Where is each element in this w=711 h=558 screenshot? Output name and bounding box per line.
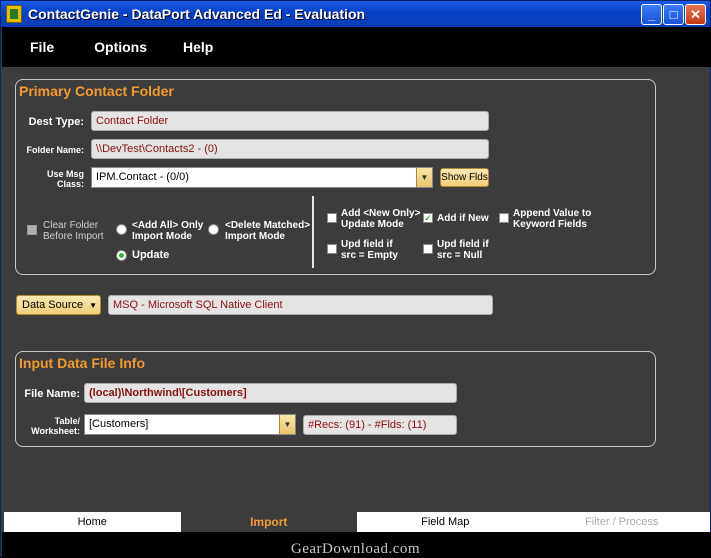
append-line1: Append Value to: [513, 208, 592, 219]
primary-contact-folder-group: Primary Contact Folder Dest Type: Contac…: [15, 79, 656, 275]
tab-filter-process[interactable]: Filter / Process: [533, 512, 710, 532]
folder-name-label: Folder Name:: [26, 145, 84, 155]
minimize-icon[interactable]: _: [641, 4, 662, 25]
delete-matched-label: <Delete Matched> Import Mode: [225, 220, 310, 242]
update-label: Update: [132, 249, 170, 261]
delete-matched-line1: <Delete Matched>: [225, 220, 311, 231]
use-msg-class-label: Use Msg Class:: [20, 169, 84, 189]
msg-class-value: IPM.Contact - (0/0): [96, 171, 189, 183]
menu-options[interactable]: Options: [94, 39, 147, 55]
chevron-down-icon[interactable]: ▼: [416, 168, 432, 187]
clear-folder-line2: Before Import: [43, 231, 104, 242]
add-all-line2: Import Mode: [132, 231, 192, 242]
chevron-down-icon: ▼: [89, 300, 98, 310]
chevron-down-icon[interactable]: ▼: [279, 415, 295, 434]
table-value: [Customers]: [89, 418, 149, 430]
upd-empty-line2: src = Empty: [341, 250, 398, 261]
recs-flds-field: #Recs: (91) - #Flds: (11): [303, 415, 457, 435]
folder-name-field: \\DevTest\Contacts2 - (0): [91, 139, 489, 159]
window-title: ContactGenie - DataPort Advanced Ed - Ev…: [28, 6, 366, 22]
table-select[interactable]: [Customers] ▼: [84, 414, 296, 435]
menu-file[interactable]: File: [30, 39, 54, 55]
add-new-only-checkbox[interactable]: [327, 213, 337, 223]
maximize-icon[interactable]: □: [663, 4, 684, 25]
tab-import[interactable]: Import: [180, 512, 357, 532]
clear-folder-label: Clear Folder Before Import: [43, 220, 104, 242]
upd-empty-label: Upd field if src = Empty: [341, 239, 398, 261]
primary-group-title: Primary Contact Folder: [19, 83, 174, 99]
tab-field-map[interactable]: Field Map: [357, 512, 534, 532]
dest-type-field: Contact Folder: [91, 111, 489, 131]
upd-empty-line1: Upd field if: [341, 239, 393, 250]
upd-null-checkbox[interactable]: [423, 244, 433, 254]
input-data-file-group: Input Data File Info File Name: (local)\…: [15, 351, 656, 447]
upd-null-line2: src = Null: [437, 250, 483, 261]
add-if-new-label: Add if New: [437, 213, 489, 224]
upd-null-label: Upd field if src = Null: [437, 239, 489, 261]
menu-help[interactable]: Help: [183, 39, 213, 55]
data-source-button[interactable]: Data Source ▼: [16, 295, 101, 315]
title-bar: ContactGenie - DataPort Advanced Ed - Ev…: [1, 1, 710, 27]
add-all-radio[interactable]: [116, 224, 127, 235]
add-new-line1: Add <New Only>: [341, 208, 421, 219]
add-new-line2: Update Mode: [341, 219, 404, 230]
data-source-label: Data Source: [22, 299, 84, 311]
delete-matched-radio[interactable]: [208, 224, 219, 235]
watermark-logo: GearDownload.com: [290, 541, 421, 557]
append-line2: Keyword Fields: [513, 219, 587, 230]
clear-folder-checkbox[interactable]: [27, 225, 37, 235]
input-group-title: Input Data File Info: [19, 355, 145, 371]
add-all-line1: <Add All> Only: [132, 220, 204, 231]
bottom-tabs: Home Import Field Map Filter / Process: [4, 512, 710, 532]
add-new-only-label: Add <New Only> Update Mode: [341, 208, 420, 230]
use-msg-label-line2: Class:: [56, 179, 84, 189]
upd-empty-checkbox[interactable]: [327, 244, 337, 254]
upd-null-line1: Upd field if: [437, 239, 489, 250]
close-icon[interactable]: ✕: [685, 4, 706, 25]
update-radio[interactable]: [116, 250, 127, 261]
add-if-new-checkbox[interactable]: ✓: [423, 213, 433, 223]
clear-folder-line1: Clear Folder: [43, 220, 99, 231]
vertical-divider: [312, 196, 314, 268]
show-flds-button[interactable]: Show Flds: [440, 168, 489, 187]
msg-class-select[interactable]: IPM.Contact - (0/0) ▼: [91, 167, 433, 188]
dest-type-label: Dest Type:: [28, 116, 84, 128]
add-all-label: <Add All> Only Import Mode: [132, 220, 203, 242]
tab-home[interactable]: Home: [4, 512, 181, 532]
append-value-label: Append Value to Keyword Fields: [513, 208, 591, 230]
app-window: ContactGenie - DataPort Advanced Ed - Ev…: [0, 0, 711, 557]
table-label-line1: Table/: [54, 416, 80, 426]
app-logo-icon: [6, 5, 22, 23]
file-name-field: (local)\Northwind\[Customers]: [84, 383, 457, 403]
append-value-checkbox[interactable]: [499, 213, 509, 223]
menu-bar: File Options Help: [2, 27, 711, 67]
table-worksheet-label: Table/ Worksheet:: [20, 416, 80, 436]
file-name-label: File Name:: [24, 388, 80, 400]
delete-matched-line2: Import Mode: [225, 231, 285, 242]
use-msg-label-line1: Use Msg: [46, 169, 84, 179]
table-label-line2: Worksheet:: [31, 426, 80, 436]
data-source-field: MSQ - Microsoft SQL Native Client: [108, 295, 493, 315]
